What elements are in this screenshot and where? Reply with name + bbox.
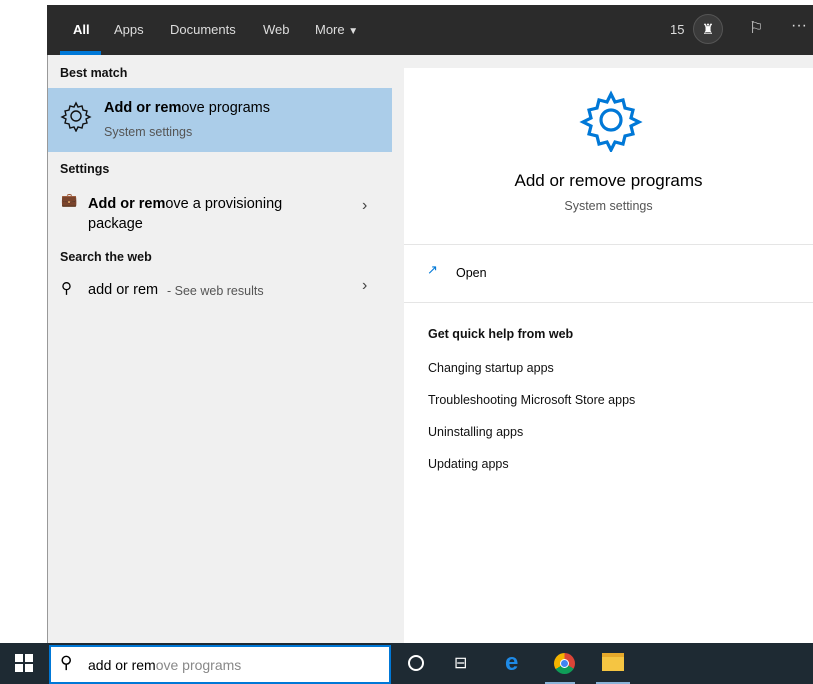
file-explorer-icon[interactable] [602,653,624,671]
best-match-result[interactable]: Add or remove programs System settings [48,88,392,152]
best-match-heading: Best match [60,66,128,80]
chevron-right-icon[interactable]: › [362,197,367,215]
divider [404,302,813,303]
best-match-subtitle: System settings [104,125,193,139]
help-link[interactable]: Changing startup apps [428,361,554,375]
gear-icon [60,101,92,132]
preview-subtitle: System settings [564,199,653,213]
web-query: add or rem [88,282,159,298]
results-panel: Best match Add or remove programs System… [47,55,403,643]
preview-title: Add or remove programs [514,171,703,190]
taskbar-search-box[interactable]: ⚲ add or remove programs [49,645,391,684]
open-action[interactable]: ↗ Open [404,253,813,293]
feedback-icon[interactable]: ⚐ [749,18,763,38]
search-web-heading: Search the web [60,250,152,264]
search-filter-bar: All Apps Documents Web More ▼ 15 ♜ ⚐ ··· [47,5,813,55]
divider [404,244,813,245]
search-icon: ⚲ [61,280,72,297]
search-input[interactable]: add or remove programs [88,657,241,673]
cortana-icon[interactable] [408,655,424,671]
help-link[interactable]: Troubleshooting Microsoft Store apps [428,393,635,407]
briefcase-icon: 💼 [61,192,78,207]
preview-panel: Add or remove programs System settings ↗… [404,68,813,643]
tab-all[interactable]: All [73,22,90,37]
rewards-badge-icon[interactable]: ♜ [693,14,723,44]
open-icon: ↗ [427,262,438,277]
open-label: Open [456,266,487,280]
web-suffix: - See web results [167,284,264,298]
tab-documents[interactable]: Documents [170,22,236,37]
edge-icon[interactable]: e [505,649,518,677]
tab-apps[interactable]: Apps [114,22,144,37]
web-result[interactable]: ⚲ add or rem - See web results › [48,277,392,305]
tab-more[interactable]: More ▼ [315,22,358,37]
help-link[interactable]: Updating apps [428,457,509,471]
gear-large-icon [579,90,643,152]
tab-more-label: More [315,22,345,37]
caret-down-icon: ▼ [348,26,359,37]
provisioning-title: Add or remove a provisioning package [88,196,283,232]
chrome-icon[interactable] [554,653,575,674]
rewards-points: 15 [670,22,685,37]
settings-heading: Settings [60,162,110,176]
tab-web[interactable]: Web [263,22,290,37]
help-link[interactable]: Uninstalling apps [428,425,523,439]
more-options-icon[interactable]: ··· [791,17,807,35]
chevron-right-icon[interactable]: › [362,277,367,295]
best-match-title: Add or remove programs [104,100,270,116]
provisioning-package-result[interactable]: 💼 Add or remove a provisioning package › [48,187,392,235]
quick-help-heading: Get quick help from web [428,327,574,341]
search-icon: ⚲ [60,653,73,672]
task-view-icon[interactable]: ⊟ [454,653,467,673]
windows-start-icon[interactable] [15,654,33,672]
